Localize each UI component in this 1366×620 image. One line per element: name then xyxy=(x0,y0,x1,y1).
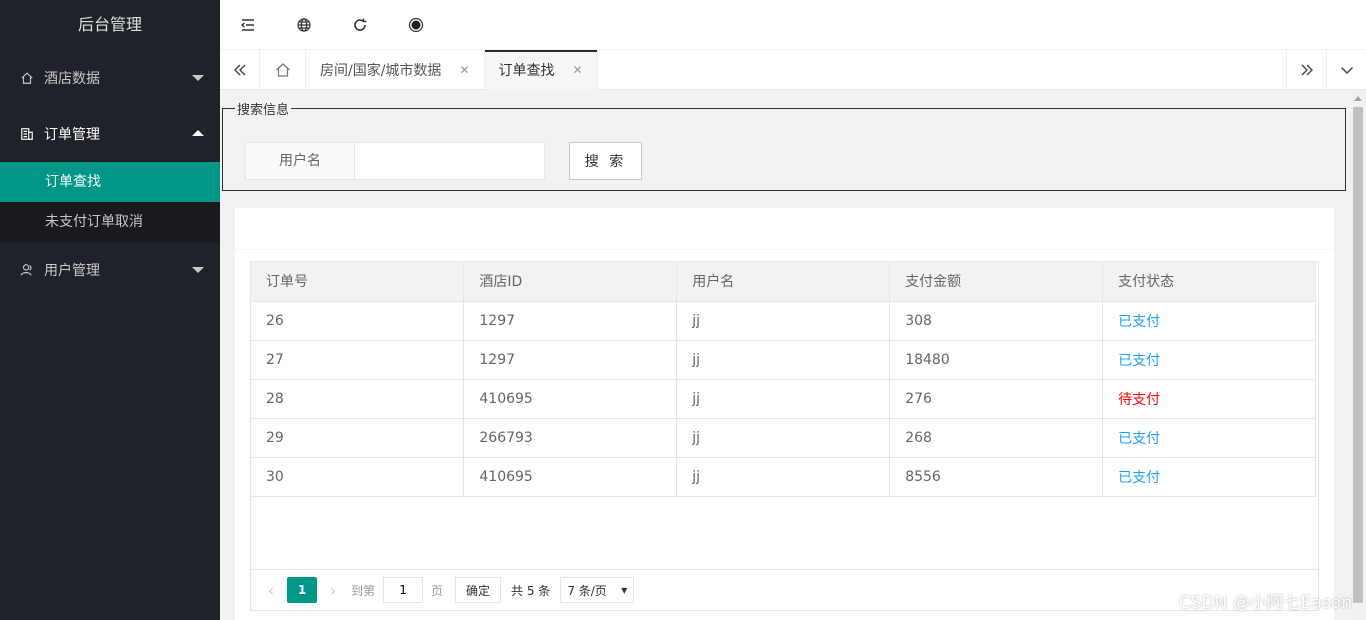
page-size-select[interactable]: 7 条/页 ▾ xyxy=(560,577,635,603)
pagination: ‹ 1 › 到第 页 确定 共 5 条 7 条/页 ▾ xyxy=(250,569,1319,611)
cell-hotel-id: 410695 xyxy=(463,379,678,419)
username-input[interactable] xyxy=(355,142,545,180)
tab-home-icon[interactable] xyxy=(260,50,306,90)
table-row[interactable]: 28 410695 jj 276 待支付 xyxy=(251,379,1316,419)
total-count-label: 共 5 条 xyxy=(511,583,551,598)
card-header xyxy=(235,208,1334,250)
column-header-amount[interactable]: 支付金额 xyxy=(889,262,1104,302)
sidebar-item-label: 订单管理 xyxy=(44,127,100,143)
table-header-row: 订单号 酒店ID 用户名 支付金额 支付状态 xyxy=(251,262,1316,302)
tab-label: 订单查找 xyxy=(498,63,555,79)
cell-status: 已支付 xyxy=(1102,418,1316,458)
tabs-spacer xyxy=(598,50,1286,89)
tabs-menu-chevron-down-icon[interactable] xyxy=(1326,50,1366,90)
page-size-value: 7 条/页 xyxy=(567,583,607,598)
scroll-up-arrow-icon[interactable] xyxy=(1350,91,1366,105)
close-icon[interactable]: ✕ xyxy=(459,63,469,77)
cell-amount: 276 xyxy=(889,379,1104,419)
sidebar-item-order-search[interactable]: 订单查找 xyxy=(0,162,220,202)
close-icon[interactable]: ✕ xyxy=(573,63,583,77)
globe-icon[interactable] xyxy=(276,0,332,50)
table-row[interactable]: 26 1297 jj 308 已支付 xyxy=(251,301,1316,341)
sidebar: 后台管理 酒店数据 订单管理 订单查找 未支付订单取消 用户管理 xyxy=(0,0,220,620)
refresh-icon[interactable] xyxy=(332,0,388,50)
cell-amount: 308 xyxy=(889,301,1104,341)
user-icon xyxy=(20,263,34,277)
top-toolbar xyxy=(220,0,1366,50)
cell-username: jj xyxy=(676,301,891,341)
table-row[interactable]: 30 410695 jj 8556 已支付 xyxy=(251,457,1316,497)
tabs-scroll-right-icon[interactable] xyxy=(1286,50,1326,90)
cell-username: jj xyxy=(676,379,891,419)
column-header-status[interactable]: 支付状态 xyxy=(1102,262,1316,302)
sidebar-item-unpaid-cancel[interactable]: 未支付订单取消 xyxy=(0,202,220,242)
search-button[interactable]: 搜 索 xyxy=(569,142,642,180)
sidebar-item-label: 用户管理 xyxy=(44,263,100,279)
cell-amount: 18480 xyxy=(889,340,1104,380)
main-content: 搜索信息 用户名 搜 索 订单号 酒店ID 用户名 支付金额 支付状态 26 1… xyxy=(220,91,1350,620)
next-page-icon[interactable]: › xyxy=(323,581,343,600)
orders-card: 订单号 酒店ID 用户名 支付金额 支付状态 26 1297 jj 308 已支… xyxy=(235,208,1334,620)
search-panel: 搜索信息 用户名 搜 索 xyxy=(222,99,1346,191)
theme-dot-icon[interactable] xyxy=(388,0,444,50)
caret-up-icon xyxy=(192,130,204,136)
tab-label: 房间/国家/城市数据 xyxy=(320,63,442,79)
cell-order-id: 29 xyxy=(251,418,465,458)
cell-hotel-id: 266793 xyxy=(463,418,678,458)
cell-amount: 8556 xyxy=(889,457,1104,497)
orders-table: 订单号 酒店ID 用户名 支付金额 支付状态 26 1297 jj 308 已支… xyxy=(251,262,1316,497)
tab-order-search[interactable]: 订单查找 ✕ xyxy=(484,50,598,90)
cell-username: jj xyxy=(676,418,891,458)
table-row[interactable]: 29 266793 jj 268 已支付 xyxy=(251,418,1316,458)
sidebar-item-order-management[interactable]: 订单管理 xyxy=(0,106,220,162)
tab-room-country-city[interactable]: 房间/国家/城市数据 ✕ xyxy=(306,50,485,90)
cell-order-id: 30 xyxy=(251,457,465,497)
caret-down-icon xyxy=(192,267,204,273)
table-row[interactable]: 27 1297 jj 18480 已支付 xyxy=(251,340,1316,380)
cell-hotel-id: 1297 xyxy=(463,340,678,380)
cell-order-id: 28 xyxy=(251,379,465,419)
username-label: 用户名 xyxy=(245,142,355,180)
home-icon xyxy=(20,71,34,85)
sidebar-item-user-management[interactable]: 用户管理 xyxy=(0,242,220,298)
caret-down-icon xyxy=(192,75,204,81)
app-logo: 后台管理 xyxy=(77,15,142,34)
cell-username: jj xyxy=(676,457,891,497)
column-header-hotel-id[interactable]: 酒店ID xyxy=(463,262,678,302)
tabs-scroll-left-icon[interactable] xyxy=(220,50,260,90)
dropdown-arrow-icon: ▾ xyxy=(621,583,628,597)
tabs-bar: 房间/国家/城市数据 ✕ 订单查找 ✕ xyxy=(220,50,1366,90)
cell-status: 已支付 xyxy=(1102,301,1316,341)
cell-amount: 268 xyxy=(889,418,1104,458)
menu-fold-icon[interactable] xyxy=(220,0,276,50)
search-form-row: 用户名 搜 索 xyxy=(245,142,642,180)
search-legend: 搜索信息 xyxy=(237,103,290,118)
cell-status: 已支付 xyxy=(1102,457,1316,497)
cell-status: 待支付 xyxy=(1102,379,1316,419)
scroll-thumb[interactable] xyxy=(1353,107,1363,603)
column-header-order-id[interactable]: 订单号 xyxy=(251,262,465,302)
cell-hotel-id: 1297 xyxy=(463,301,678,341)
orders-table-container: 订单号 酒店ID 用户名 支付金额 支付状态 26 1297 jj 308 已支… xyxy=(250,261,1319,611)
goto-page-input[interactable] xyxy=(383,577,424,603)
page-number-current[interactable]: 1 xyxy=(287,577,317,603)
cell-order-id: 27 xyxy=(251,340,465,380)
vertical-scrollbar[interactable] xyxy=(1350,91,1366,620)
cell-username: jj xyxy=(676,340,891,380)
goto-confirm-button[interactable]: 确定 xyxy=(455,577,502,603)
cell-status: 已支付 xyxy=(1102,340,1316,380)
goto-prefix-label: 到第 xyxy=(351,583,376,598)
sidebar-item-label: 酒店数据 xyxy=(44,71,100,87)
building-icon xyxy=(20,127,34,141)
cell-hotel-id: 410695 xyxy=(463,457,678,497)
prev-page-icon[interactable]: ‹ xyxy=(261,581,281,600)
sidebar-submenu: 订单查找 未支付订单取消 xyxy=(0,162,220,242)
cell-order-id: 26 xyxy=(251,301,465,341)
column-header-username[interactable]: 用户名 xyxy=(676,262,891,302)
sidebar-item-hotel-data[interactable]: 酒店数据 xyxy=(0,50,220,106)
goto-suffix-label: 页 xyxy=(431,583,444,598)
watermark: CSDN @小阿七Eason xyxy=(1178,593,1352,613)
